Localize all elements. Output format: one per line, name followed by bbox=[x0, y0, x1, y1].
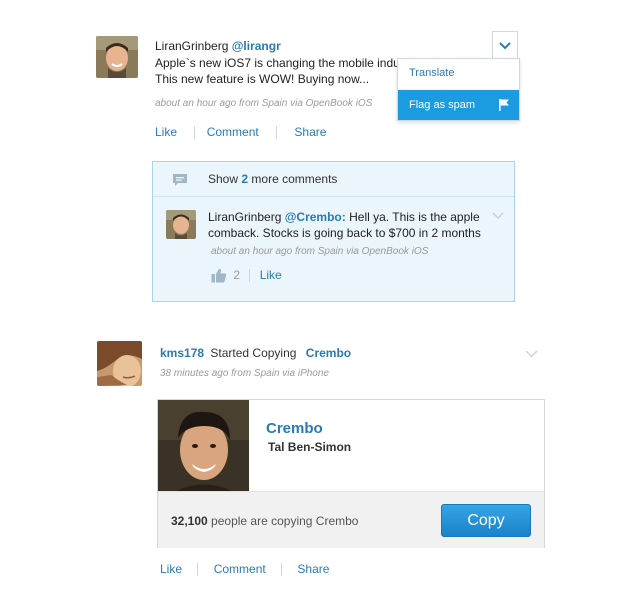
divider bbox=[249, 269, 251, 283]
menu-item-flag-spam[interactable]: Flag as spam bbox=[398, 90, 519, 120]
comment-like-button[interactable]: Like bbox=[260, 268, 282, 282]
author-handle[interactable]: @lirangr bbox=[232, 39, 281, 53]
like-count: 2 bbox=[233, 268, 241, 282]
trader-fullname: Tal Ben-Simon bbox=[268, 440, 352, 454]
like-button[interactable]: Like bbox=[155, 125, 177, 139]
activity-target[interactable]: Crembo bbox=[306, 346, 351, 360]
post-options-menu: Translate Flag as spam bbox=[397, 58, 520, 121]
share-button[interactable]: Share bbox=[294, 125, 326, 139]
author-name[interactable]: LiranGrinberg bbox=[155, 39, 228, 53]
comment-text-line-1: LiranGrinberg @Crembo: Hell ya. This is … bbox=[208, 210, 480, 224]
comment-button[interactable]: Comment bbox=[214, 562, 266, 576]
post-meta: about an hour ago from Spain via OpenBoo… bbox=[155, 98, 373, 109]
activity-action: Started Copying bbox=[210, 346, 297, 360]
post-header: LiranGrinberg @lirangr bbox=[155, 38, 395, 54]
avatar[interactable] bbox=[97, 341, 142, 386]
card-footer: 32,100 people are copying Crembo Copy bbox=[158, 491, 544, 548]
flag-icon bbox=[499, 99, 509, 111]
show-more-comments[interactable]: Show 2 more comments bbox=[153, 162, 514, 197]
activity-header: kms178 Started Copying Crembo bbox=[160, 346, 351, 360]
show-more-label[interactable]: Show 2 more comments bbox=[208, 172, 337, 186]
copiers-count: 32,100 bbox=[171, 514, 208, 528]
comment-count: 2 bbox=[241, 172, 249, 186]
trader-photo[interactable] bbox=[158, 400, 249, 491]
copiers-text: 32,100 people are copying Crembo bbox=[171, 514, 359, 528]
comments-panel: Show 2 more comments LiranGrinberg @Crem… bbox=[152, 161, 515, 302]
trader-card: Crembo Tal Ben-Simon 32,100 people are c… bbox=[157, 399, 545, 548]
like-button[interactable]: Like bbox=[160, 562, 182, 576]
chevron-down-icon[interactable] bbox=[492, 212, 504, 220]
comment-actions: 2 Like bbox=[211, 268, 282, 283]
post-options-toggle[interactable] bbox=[492, 31, 518, 59]
activity-meta: 38 minutes ago from Spain via iPhone bbox=[160, 368, 329, 379]
divider bbox=[281, 563, 283, 577]
chevron-down-icon bbox=[499, 42, 511, 50]
comment-meta: about an hour ago from Spain via OpenBoo… bbox=[211, 246, 429, 257]
share-button[interactable]: Share bbox=[297, 562, 329, 576]
copy-button[interactable]: Copy bbox=[441, 504, 531, 537]
divider bbox=[276, 126, 278, 140]
avatar[interactable] bbox=[96, 36, 138, 78]
comment-button[interactable]: Comment bbox=[207, 125, 259, 139]
chevron-down-icon[interactable] bbox=[525, 350, 538, 358]
thumbs-up-icon[interactable] bbox=[211, 268, 227, 283]
post-actions: Like Comment Share bbox=[155, 125, 326, 140]
post-text-line-2: This new feature is WOW! Buying now... bbox=[155, 72, 370, 86]
comment-text-line-2: comback. Stocks is going back to $700 in… bbox=[208, 226, 481, 240]
comment-author[interactable]: LiranGrinberg bbox=[208, 210, 281, 224]
comment-handle[interactable]: @Crembo: bbox=[285, 210, 346, 224]
avatar[interactable] bbox=[166, 210, 196, 239]
post-text-line-1: Apple`s new iOS7 is changing the mobile … bbox=[155, 56, 397, 70]
menu-item-translate[interactable]: Translate bbox=[398, 59, 519, 88]
comment-bubble-icon bbox=[173, 174, 187, 186]
divider bbox=[194, 126, 196, 140]
divider bbox=[197, 563, 199, 577]
trader-name[interactable]: Crembo bbox=[266, 420, 323, 437]
post-actions: Like Comment Share bbox=[160, 562, 329, 577]
activity-user[interactable]: kms178 bbox=[160, 346, 204, 360]
